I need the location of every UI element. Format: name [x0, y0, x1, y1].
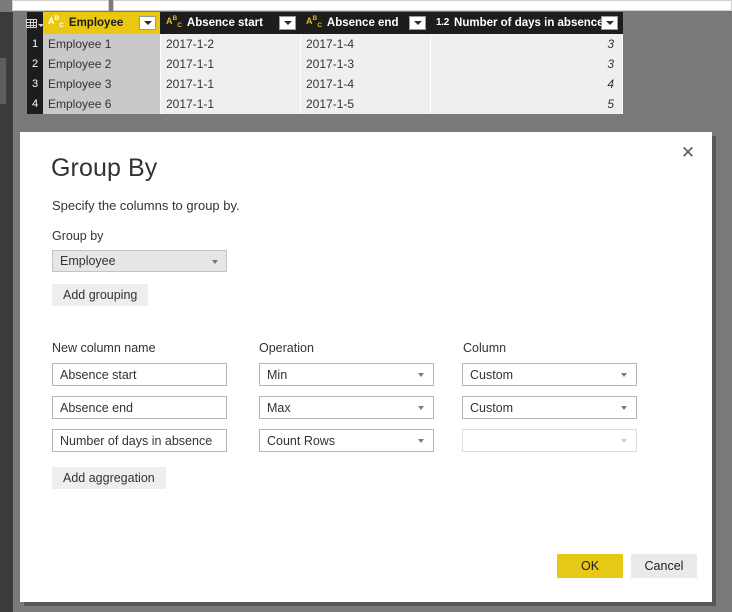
dialog-subtitle: Specify the columns to group by.: [52, 198, 240, 213]
operation-select-3[interactable]: Count Rows: [259, 429, 434, 452]
decimal-number-type-icon: 1.2: [436, 17, 450, 28]
row-number: 4: [27, 94, 43, 114]
aggregation-row: Max Custom: [52, 396, 666, 429]
cell-employee[interactable]: Employee 3: [43, 74, 161, 94]
column-header-employee[interactable]: ABC Employee: [43, 12, 161, 34]
page-title: Group By: [51, 154, 158, 182]
chevron-down-icon: [418, 373, 424, 377]
cell-absence-start[interactable]: 2017-1-1: [161, 94, 301, 114]
group-by-label: Group by: [52, 229, 104, 243]
column-select-3: [462, 429, 637, 452]
operation-header: Operation: [259, 341, 314, 355]
queries-pane-handle[interactable]: [0, 58, 6, 104]
operation-selected-value-2: Max: [267, 400, 291, 415]
table-grid-icon: [25, 18, 44, 28]
column-header-number-of-days-in-absence[interactable]: 1.2 Number of days in absence: [431, 12, 623, 34]
column-filter-button-absence-start[interactable]: [279, 16, 296, 30]
column-header-label: Absence end: [326, 17, 399, 29]
column-header-absence-end[interactable]: ABC Absence end: [301, 12, 431, 34]
new-column-name-input-2[interactable]: [52, 396, 227, 419]
row-number: 2: [27, 54, 43, 74]
cell-absence-end[interactable]: 2017-1-4: [301, 74, 431, 94]
column-header-label: Absence start: [186, 17, 263, 29]
add-grouping-button[interactable]: Add grouping: [52, 284, 149, 306]
aggregation-row: Min Custom: [52, 363, 666, 396]
cell-absence-start[interactable]: 2017-1-1: [161, 74, 301, 94]
cell-absence-start[interactable]: 2017-1-2: [161, 34, 301, 54]
data-preview-grid: ABC Employee ABC Absence start ABC Absen…: [25, 12, 623, 114]
cell-employee[interactable]: Employee 2: [43, 54, 161, 74]
row-number: 1: [27, 34, 43, 54]
operation-selected-value-3: Count Rows: [267, 433, 336, 448]
new-column-name-input-3[interactable]: [52, 429, 227, 452]
abc-text-type-icon: ABC: [48, 15, 64, 30]
left-navigation-rail: [0, 12, 13, 612]
abc-text-type-icon: ABC: [306, 15, 322, 30]
cell-employee[interactable]: Employee 6: [43, 94, 161, 114]
formula-bar-strip: [0, 0, 732, 12]
abc-text-type-icon: ABC: [166, 15, 182, 30]
operation-selected-value-1: Min: [267, 367, 288, 382]
cell-number-of-days[interactable]: 3: [431, 34, 623, 54]
ok-button[interactable]: OK: [557, 554, 623, 578]
chevron-down-icon: [621, 406, 627, 410]
column-selected-value-1: Custom: [470, 367, 514, 382]
chevron-down-icon: [418, 406, 424, 410]
cell-number-of-days[interactable]: 5: [431, 94, 623, 114]
table-row[interactable]: 2 Employee 2 2017-1-1 2017-1-3 3: [27, 54, 623, 74]
column-select-1[interactable]: Custom: [462, 363, 637, 386]
column-filter-button-employee[interactable]: [139, 16, 156, 30]
formula-bar-right-box: [113, 0, 732, 11]
add-aggregation-button[interactable]: Add aggregation: [52, 467, 166, 489]
operation-select-2[interactable]: Max: [259, 396, 434, 419]
column-header-absence-start[interactable]: ABC Absence start: [161, 12, 301, 34]
column-header-label: Number of days in absence: [454, 17, 604, 29]
cell-employee[interactable]: Employee 1: [43, 34, 161, 54]
table-row[interactable]: 3 Employee 3 2017-1-1 2017-1-4 4: [27, 74, 623, 94]
chevron-down-icon: [621, 439, 627, 443]
new-column-name-input-1[interactable]: [52, 363, 227, 386]
chevron-down-icon: [418, 439, 424, 443]
close-icon[interactable]: ✕: [674, 140, 702, 166]
cell-absence-end[interactable]: 2017-1-5: [301, 94, 431, 114]
cell-number-of-days[interactable]: 4: [431, 74, 623, 94]
column-header: Column: [463, 341, 507, 355]
chevron-down-icon: [621, 373, 627, 377]
row-number: 3: [27, 74, 43, 94]
table-row[interactable]: 1 Employee 1 2017-1-2 2017-1-4 3: [27, 34, 623, 54]
group-by-select[interactable]: Employee: [52, 250, 227, 272]
column-filter-button-absence-end[interactable]: [409, 16, 426, 30]
column-select-2[interactable]: Custom: [462, 396, 637, 419]
chevron-down-icon: [212, 259, 218, 264]
cell-absence-end[interactable]: 2017-1-4: [301, 34, 431, 54]
table-row[interactable]: 4 Employee 6 2017-1-1 2017-1-5 5: [27, 94, 623, 114]
grid-header-row: ABC Employee ABC Absence start ABC Absen…: [25, 12, 623, 34]
group-by-dialog: ✕ Group By Specify the columns to group …: [20, 132, 712, 602]
aggregation-table: New column name Operation Column Min Cus…: [52, 341, 666, 462]
column-filter-button-number-of-days[interactable]: [601, 16, 618, 30]
column-header-label: Employee: [68, 17, 124, 29]
column-selected-value-2: Custom: [470, 400, 514, 415]
select-all-columns-button[interactable]: [25, 12, 44, 34]
new-column-name-header: New column name: [52, 341, 156, 355]
cancel-button[interactable]: Cancel: [631, 554, 697, 578]
aggregation-header-row: New column name Operation Column: [52, 341, 666, 363]
group-by-selected-value: Employee: [60, 254, 116, 268]
cell-number-of-days[interactable]: 3: [431, 54, 623, 74]
formula-bar-left-box: [12, 0, 109, 11]
cell-absence-start[interactable]: 2017-1-1: [161, 54, 301, 74]
cell-absence-end[interactable]: 2017-1-3: [301, 54, 431, 74]
aggregation-row: Count Rows: [52, 429, 666, 462]
operation-select-1[interactable]: Min: [259, 363, 434, 386]
